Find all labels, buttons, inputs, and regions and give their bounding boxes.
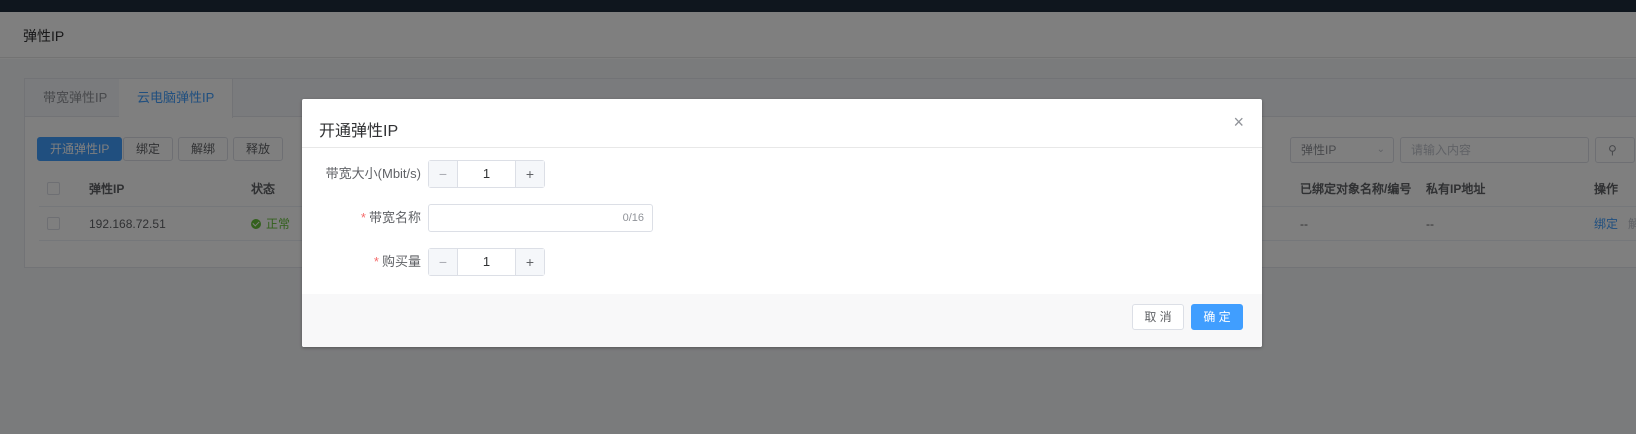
- cancel-button[interactable]: 取 消: [1132, 304, 1184, 330]
- quantity-label: * 购买量: [374, 248, 421, 276]
- dialog-title: 开通弹性IP: [319, 123, 399, 140]
- name-char-counter: 0/16: [622, 212, 644, 224]
- name-label-text: 带宽名称: [368, 210, 421, 225]
- minus-icon[interactable]: −: [429, 249, 458, 275]
- quantity-label-text: 购买量: [381, 254, 421, 269]
- open-eip-dialog: 开通弹性IP × 带宽大小(Mbit/s) − 1 + * 带宽名称 0/16 *…: [302, 99, 1262, 347]
- name-row: * 带宽名称 0/16: [302, 204, 1262, 232]
- bandwidth-value[interactable]: 1: [458, 161, 515, 187]
- quantity-stepper[interactable]: − 1 +: [428, 248, 545, 276]
- dialog-header: 开通弹性IP ×: [302, 99, 1262, 148]
- quantity-value[interactable]: 1: [458, 249, 515, 275]
- bandwidth-label: 带宽大小(Mbit/s): [325, 166, 421, 181]
- bandwidth-row: 带宽大小(Mbit/s) − 1 +: [302, 160, 1262, 188]
- plus-icon[interactable]: +: [515, 161, 544, 187]
- name-label: * 带宽名称: [361, 204, 421, 232]
- quantity-row: * 购买量 − 1 +: [302, 248, 1262, 276]
- bandwidth-name-input[interactable]: 0/16: [428, 204, 653, 232]
- minus-icon[interactable]: −: [429, 161, 458, 187]
- dialog-footer: 取 消 确 定: [302, 294, 1262, 347]
- bandwidth-stepper[interactable]: − 1 +: [428, 160, 545, 188]
- plus-icon[interactable]: +: [515, 249, 544, 275]
- required-mark: *: [373, 254, 379, 269]
- required-mark: *: [360, 210, 366, 225]
- confirm-button[interactable]: 确 定: [1191, 304, 1243, 330]
- close-icon[interactable]: ×: [1233, 113, 1244, 131]
